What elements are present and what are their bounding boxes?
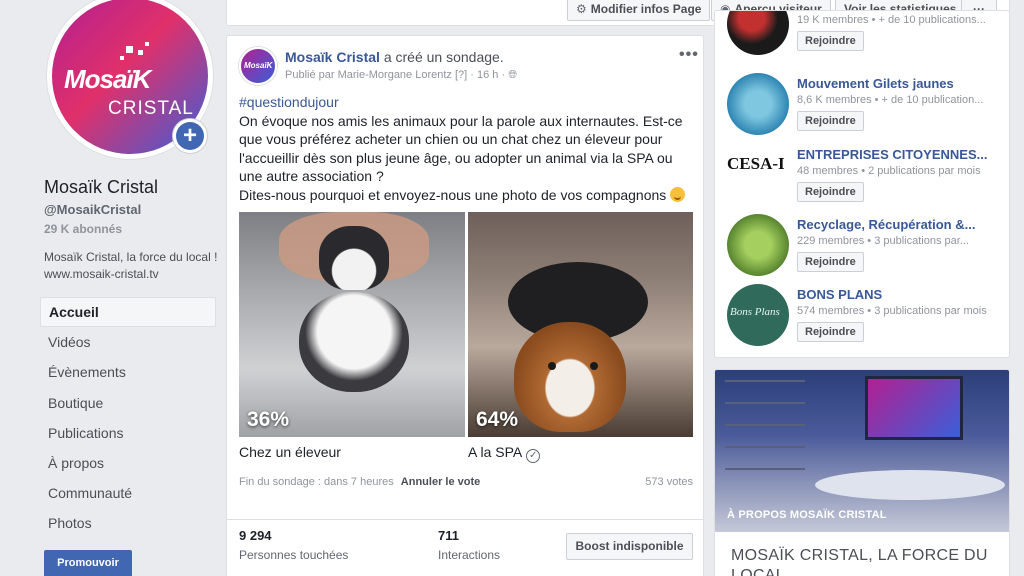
- group-item: Mouvement Gilets jaunes 8,6 K membres • …: [715, 73, 1009, 143]
- published-by[interactable]: Publié par Marie-Morgane Lorentz: [285, 69, 452, 81]
- poll-option-breeder[interactable]: Chez un éleveur: [239, 444, 341, 460]
- cancel-vote-link[interactable]: Annuler le vote: [401, 476, 480, 488]
- nav-item-boutique[interactable]: Boutique: [40, 388, 216, 418]
- poll-footer: Fin du sondage : dans 7 heures Annuler l…: [239, 476, 693, 488]
- post-body-2: Dites-nous pourquoi et envoyez-nous une …: [239, 186, 667, 203]
- group-name-link[interactable]: Mouvement Gilets jaunes: [797, 76, 1003, 91]
- husky-puppy-image: [319, 226, 389, 290]
- group-thumbnail[interactable]: [727, 11, 789, 55]
- page-name[interactable]: Mosaïk Cristal: [44, 177, 158, 198]
- post-author-avatar[interactable]: MosaïK: [239, 47, 277, 85]
- nav-item-a-propos[interactable]: À propos: [40, 448, 216, 478]
- page-nav: Accueil Vidéos Évènements Boutique Publi…: [40, 297, 216, 539]
- post-author-link[interactable]: Mosaïk Cristal: [285, 49, 380, 65]
- poll-percent-breeder: 36%: [247, 408, 290, 431]
- smile-emoji-icon: [670, 186, 686, 202]
- left-column: MosaïK CRISTAL + Mosaïk Cristal @MosaikC…: [0, 0, 226, 576]
- group-item: Recyclage, Récupération &... 229 membres…: [715, 214, 1009, 284]
- beagle-dog-image: [514, 322, 626, 432]
- join-group-button[interactable]: Rejoindre: [797, 31, 864, 51]
- group-thumbnail[interactable]: [727, 73, 789, 135]
- nav-item-communaute[interactable]: Communauté: [40, 478, 216, 508]
- about-caption: À PROPOS MOSAÏK CRISTAL: [727, 509, 887, 521]
- group-name-link[interactable]: BONS PLANS: [797, 287, 1003, 302]
- nav-item-publications[interactable]: Publications: [40, 418, 216, 448]
- poll-option-spa[interactable]: A la SPA ✓: [468, 444, 541, 463]
- page-handle[interactable]: @MosaikCristal: [44, 202, 141, 217]
- group-thumbnail[interactable]: Bons Plans: [727, 284, 789, 346]
- boost-button[interactable]: Boost indisponible: [566, 533, 693, 560]
- group-item: 19 K membres • + de 10 publications... R…: [715, 11, 1009, 63]
- add-photo-button[interactable]: +: [172, 118, 208, 154]
- nav-item-evenements[interactable]: Évènements: [40, 357, 216, 387]
- promote-button[interactable]: Promouvoir: [44, 550, 132, 576]
- gear-icon: ⚙: [576, 2, 587, 16]
- hashtag-link[interactable]: #questiondujour: [239, 93, 695, 112]
- edit-page-info-button[interactable]: ⚙ Modifier infos Page: [567, 0, 711, 21]
- studio-screen-logo: [865, 376, 963, 440]
- suggested-groups: 19 K membres • + de 10 publications... R…: [714, 10, 1010, 358]
- group-item: Bons Plans BONS PLANS 574 membres • 3 pu…: [715, 284, 1009, 354]
- post-text: #questiondujour On évoque nos amis les a…: [239, 93, 695, 204]
- plus-icon: +: [176, 122, 204, 150]
- vote-count[interactable]: 573 votes: [645, 476, 693, 488]
- post-action: a créé un sondage.: [383, 49, 504, 65]
- poll-option-photo-spa[interactable]: 64%: [468, 212, 693, 437]
- join-group-button[interactable]: Rejoindre: [797, 322, 864, 342]
- nav-item-accueil[interactable]: Accueil: [40, 297, 216, 328]
- reach-stat[interactable]: 9 294 Personnes touchées: [239, 528, 348, 562]
- check-circle-icon: ✓: [526, 449, 541, 463]
- group-name-link[interactable]: Recyclage, Récupération &...: [797, 217, 1003, 232]
- group-thumbnail[interactable]: [727, 214, 789, 276]
- poll-end-text: Fin du sondage : dans 7 heures: [239, 476, 394, 488]
- post-body: On évoque nos amis les animaux pour la p…: [239, 112, 683, 185]
- post-time[interactable]: 16 h: [477, 69, 498, 81]
- studio-photo[interactable]: À PROPOS MOSAÏK CRISTAL: [715, 370, 1009, 532]
- post-divider: [227, 519, 703, 520]
- globe-icon: 🌐︎: [508, 69, 518, 81]
- nav-item-photos[interactable]: Photos: [40, 508, 216, 538]
- page-description: Mosaïk Cristal, la force du local ! www.…: [44, 250, 218, 281]
- nav-item-videos[interactable]: Vidéos: [40, 327, 216, 357]
- help-link[interactable]: [?]: [455, 69, 467, 81]
- join-group-button[interactable]: Rejoindre: [797, 111, 864, 131]
- interactions-stat[interactable]: 711 Interactions: [438, 528, 500, 562]
- about-title: MOSAÏK CRISTAL, LA FORCE DU LOCAL: [731, 547, 988, 576]
- post-menu-button[interactable]: •••: [679, 46, 699, 64]
- page-followers: 29 K abonnés: [44, 222, 123, 236]
- join-group-button[interactable]: Rejoindre: [797, 252, 864, 272]
- poll-post: MosaïK Mosaïk Cristal a créé un sondage.…: [226, 35, 704, 576]
- group-name-link[interactable]: ENTREPRISES CITOYENNES...: [797, 147, 1003, 162]
- post-title: Mosaïk Cristal a créé un sondage.: [285, 49, 504, 65]
- poll-option-photo-breeder[interactable]: 36%: [239, 212, 465, 437]
- about-card: À PROPOS MOSAÏK CRISTAL MOSAÏK CRISTAL, …: [714, 369, 1010, 576]
- group-item: CESA-I ENTREPRISES CITOYENNES... 48 memb…: [715, 144, 1009, 214]
- post-subtitle: Publié par Marie-Morgane Lorentz [?] · 1…: [285, 69, 518, 81]
- join-group-button[interactable]: Rejoindre: [797, 182, 864, 202]
- group-thumbnail[interactable]: CESA-I: [727, 144, 789, 206]
- poll-percent-spa: 64%: [476, 408, 519, 431]
